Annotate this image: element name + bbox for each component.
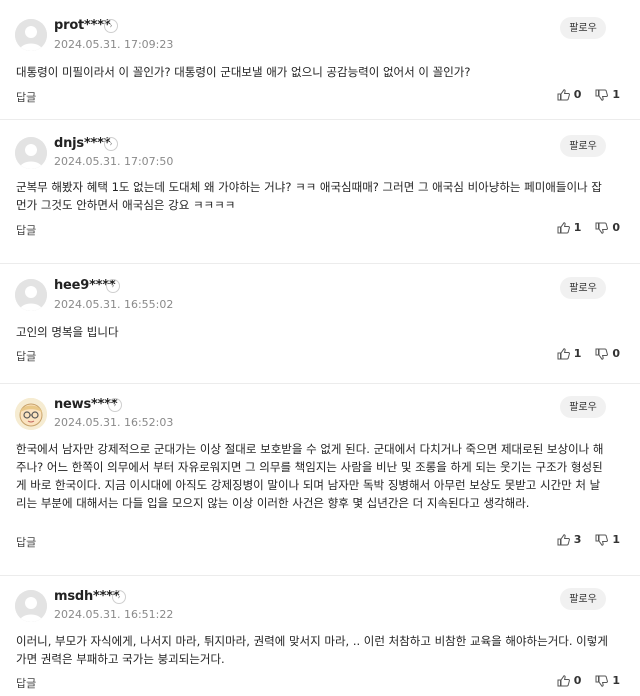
thumbs-up-icon: [557, 88, 570, 100]
dislike-button[interactable]: 1: [595, 533, 620, 546]
character-avatar-icon[interactable]: [15, 398, 47, 430]
thumbs-down-icon: [595, 222, 609, 234]
like-count: 0: [573, 88, 582, 101]
vote-group: 0 1: [543, 674, 620, 687]
comment-item: news**** › 2024.05.31. 16:52:03 팔로우 한국에서…: [0, 384, 640, 576]
dislike-count: 0: [612, 347, 620, 360]
like-button[interactable]: 0: [557, 674, 582, 687]
comment-nickname[interactable]: msdh****: [54, 589, 120, 604]
comment-item: msdh**** › 2024.05.31. 16:51:22 팔로우 이러니,…: [0, 576, 640, 696]
follow-button[interactable]: 팔로우: [560, 277, 606, 299]
comment-date: 2024.05.31. 17:07:50: [54, 155, 174, 168]
follow-button[interactable]: 팔로우: [560, 396, 606, 418]
vote-group: 3 1: [543, 533, 620, 546]
comment-date: 2024.05.31. 16:52:03: [54, 416, 174, 429]
comment-text: 군복무 해봤자 혜택 1도 없는데 도대체 왜 가야하는 거냐? ㅋㅋ 애국심때…: [16, 180, 602, 212]
comment-nickname[interactable]: dnjs****: [54, 136, 111, 151]
default-avatar-icon[interactable]: [15, 19, 47, 51]
follow-button[interactable]: 팔로우: [560, 17, 606, 39]
dislike-button[interactable]: 1: [595, 674, 620, 687]
dislike-count: 1: [612, 533, 620, 546]
dislike-button[interactable]: 0: [595, 347, 620, 360]
default-avatar-icon[interactable]: [15, 137, 47, 169]
thumbs-down-icon: [595, 89, 609, 101]
follow-button[interactable]: 팔로우: [560, 135, 606, 157]
thumbs-up-icon: [557, 347, 570, 359]
comment-text: 한국에서 남자만 강제적으로 군대가는 이상 절대로 보호받을 수 없게 된다.…: [16, 442, 604, 510]
thumbs-up-icon: [557, 533, 570, 545]
reply-button[interactable]: 답글: [16, 348, 36, 364]
thumbs-down-icon: [595, 348, 609, 360]
like-button[interactable]: 0: [557, 88, 582, 101]
follow-button[interactable]: 팔로우: [560, 588, 606, 610]
thumbs-up-icon: [557, 674, 570, 686]
reply-button[interactable]: 답글: [16, 675, 36, 691]
like-button[interactable]: 3: [557, 533, 582, 546]
comment-date: 2024.05.31. 16:55:02: [54, 298, 174, 311]
thumbs-down-icon: [595, 534, 609, 546]
default-avatar-icon[interactable]: [15, 279, 47, 311]
info-chevron-icon[interactable]: ›: [112, 590, 126, 604]
info-chevron-icon[interactable]: ›: [106, 279, 120, 293]
comment-list: prot**** › 2024.05.31. 17:09:23 팔로우 대통령이…: [0, 0, 640, 696]
reply-button[interactable]: 답글: [16, 89, 36, 105]
reply-button[interactable]: 답글: [16, 222, 36, 238]
vote-group: 1 0: [543, 347, 620, 360]
comment-date: 2024.05.31. 17:09:23: [54, 38, 174, 51]
comment-item: hee9**** › 2024.05.31. 16:55:02 팔로우 고인의 …: [0, 264, 640, 384]
comment-text: 이러니, 부모가 자식에게, 나서지 마라, 튀지마라, 권력에 맞서지 마라,…: [16, 634, 608, 666]
info-chevron-icon[interactable]: ›: [104, 19, 118, 33]
dislike-button[interactable]: 0: [595, 221, 620, 234]
thumbs-down-icon: [595, 675, 609, 687]
comment-nickname[interactable]: prot****: [54, 18, 111, 33]
dislike-count: 1: [612, 88, 620, 101]
comment-text: 대통령이 미필이라서 이 꼴인가? 대통령이 군대보낼 애가 없으니 공감능력이…: [16, 65, 471, 79]
info-chevron-icon[interactable]: ›: [104, 137, 118, 151]
like-button[interactable]: 1: [557, 347, 582, 360]
reply-button[interactable]: 답글: [16, 534, 36, 550]
comment-item: prot**** › 2024.05.31. 17:09:23 팔로우 대통령이…: [0, 0, 640, 120]
like-count: 3: [573, 533, 582, 546]
like-count: 1: [573, 347, 582, 360]
default-avatar-icon[interactable]: [15, 590, 47, 622]
dislike-button[interactable]: 1: [595, 88, 620, 101]
vote-group: 0 1: [543, 88, 620, 101]
comment-item: dnjs**** › 2024.05.31. 17:07:50 팔로우 군복무 …: [0, 120, 640, 264]
vote-group: 1 0: [543, 221, 620, 234]
like-button[interactable]: 1: [557, 221, 582, 234]
comment-text: 고인의 명복을 빕니다: [16, 325, 119, 339]
comment-date: 2024.05.31. 16:51:22: [54, 608, 174, 621]
like-count: 0: [573, 674, 582, 687]
thumbs-up-icon: [557, 221, 570, 233]
info-chevron-icon[interactable]: ›: [108, 398, 122, 412]
like-count: 1: [573, 221, 582, 234]
dislike-count: 0: [612, 221, 620, 234]
dislike-count: 1: [612, 674, 620, 687]
